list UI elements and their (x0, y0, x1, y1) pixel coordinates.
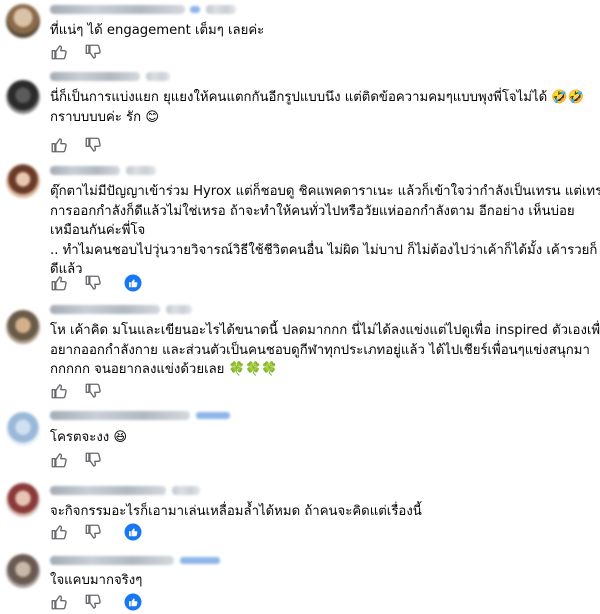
comment-text: นี่ก็เป็นการแบ่งแยก ยุแยงให้คนแตกกันอีกร… (50, 88, 584, 127)
timestamp[interactable] (206, 5, 236, 14)
dislike-button[interactable] (84, 136, 102, 154)
commenter-name[interactable] (50, 556, 174, 565)
comment-text: โห เค้าคิด มโนและเขียนอะไรได้ขนาดนี้ ปลด… (50, 321, 600, 380)
comment-1: ที่แน่ๆ ได้ engagement เต็มๆ เลยค่ะ (0, 0, 600, 62)
comment-line: การออกกำลังก็ดีแล้วไม่ใช่เหรอ ถ้าจะทำให้… (50, 203, 575, 219)
like-button[interactable] (50, 43, 68, 61)
comment-line: ตุ๊กตาไม่มีปัญญาเข้าร่วม Hyrox แต่ก็ชอบด… (50, 184, 600, 199)
dislike-button[interactable] (84, 43, 102, 61)
like-button[interactable] (50, 382, 68, 400)
like-button[interactable] (50, 136, 68, 154)
like-button[interactable] (50, 593, 68, 611)
comment-line: จะกิจกรรมอะไรก็เอามาเล่นเหลื่อมล้ำได้หมด… (50, 504, 422, 519)
like-button[interactable] (50, 451, 68, 469)
comment-text: ตุ๊กตาไม่มีปัญญาเข้าร่วม Hyrox แต่ก็ชอบด… (50, 182, 600, 280)
comment-5: โครตจะงง 😆 (0, 404, 600, 474)
dislike-button[interactable] (84, 451, 102, 469)
comment-text: ที่แน่ๆ ได้ engagement เต็มๆ เลยค่ะ (50, 21, 264, 41)
avatar[interactable] (6, 4, 40, 38)
avatar[interactable] (6, 310, 40, 344)
avatar[interactable] (6, 412, 40, 446)
comment-line: กกกกก จนอยากลงแข่งด้วยเลย 🍀🍀🍀 (50, 362, 278, 377)
thumbs-down-icon (85, 594, 101, 609)
dislike-button[interactable] (84, 274, 102, 292)
thumbs-down-icon (85, 383, 101, 398)
thumbs-down-icon (85, 524, 101, 539)
like-button[interactable] (50, 523, 68, 541)
comment-line: เหมือนกันค่ะพี่โจ (50, 223, 146, 238)
commenter-name[interactable] (50, 411, 190, 420)
comment-line: กราบบบบค่ะ รัก 😊 (50, 109, 160, 125)
comment-3: ตุ๊กตาไม่มีปัญญาเข้าร่วม Hyrox แต่ก็ชอบด… (0, 160, 600, 296)
comment-text: ใจแคบมากจริงๆ (50, 571, 142, 591)
commenter-name[interactable] (50, 305, 160, 314)
timestamp[interactable] (146, 72, 170, 81)
comment-text: โครตจะงง 😆 (50, 428, 127, 448)
badge (196, 412, 230, 419)
thumbs-down-icon (85, 44, 101, 59)
thumbs-up-icon (51, 138, 67, 153)
comment-line: ใจแคบมากจริงๆ (50, 573, 143, 588)
reaction-count[interactable] (124, 523, 142, 541)
avatar[interactable] (6, 554, 40, 588)
commenter-name[interactable] (50, 166, 120, 175)
timestamp[interactable] (126, 166, 156, 175)
reaction-count[interactable] (124, 593, 142, 611)
comment-text: จะกิจกรรมอะไรก็เอามาเล่นเหลื่อมล้ำได้หมด… (50, 502, 422, 522)
comment-7: ใจแคบมากจริงๆ (0, 548, 600, 614)
thumbs-up-icon (51, 384, 67, 399)
comment-line: อยากออกกำลังกาย และส่วนตัวเป็นคนชอบดูกีฬ… (50, 342, 590, 358)
like-reaction-icon (124, 523, 142, 541)
comment-line: ที่แน่ๆ ได้ engagement เต็มๆ เลยค่ะ (50, 23, 265, 38)
comment-line: โห เค้าคิด มโนและเขียนอะไรได้ขนาดนี้ ปลด… (50, 323, 600, 338)
thumbs-up-icon (51, 525, 67, 540)
timestamp[interactable] (166, 305, 192, 314)
comment-6: จะกิจกรรมอะไรก็เอามาเล่นเหลื่อมล้ำได้หมด… (0, 478, 600, 546)
thumbs-down-icon (85, 452, 101, 467)
thumbs-up-icon (51, 45, 67, 60)
timestamp[interactable] (172, 486, 200, 495)
badge (190, 6, 200, 13)
dislike-button[interactable] (84, 382, 102, 400)
like-reaction-icon (124, 274, 142, 292)
comment-line: นี่ก็เป็นการแบ่งแยก ยุแยงให้คนแตกกันอีกร… (50, 90, 585, 105)
comment-2: นี่ก็เป็นการแบ่งแยก ยุแยงให้คนแตกกันอีกร… (0, 66, 600, 156)
thumbs-down-icon (85, 275, 101, 290)
commenter-name[interactable] (50, 72, 140, 81)
commenter-name[interactable] (50, 5, 185, 14)
comment-4: โห เค้าคิด มโนและเขียนอะไรได้ขนาดนี้ ปลด… (0, 300, 600, 400)
dislike-button[interactable] (84, 593, 102, 611)
like-button[interactable] (50, 274, 68, 292)
like-reaction-icon (124, 593, 142, 611)
badge (180, 557, 220, 564)
avatar[interactable] (6, 164, 40, 198)
thumbs-up-icon (51, 595, 67, 610)
commenter-name[interactable] (50, 486, 166, 495)
thumbs-up-icon (51, 453, 67, 468)
thumbs-down-icon (85, 137, 101, 152)
reaction-count[interactable] (124, 274, 142, 292)
dislike-button[interactable] (84, 523, 102, 541)
avatar[interactable] (6, 483, 40, 517)
comment-line: โครตจะงง 😆 (50, 430, 128, 445)
avatar[interactable] (6, 80, 40, 114)
thumbs-up-icon (51, 276, 67, 291)
comment-line: .. ทำไมคนชอบไปวุ่นวายวิจารณ์วิธีใช้ชีวิต… (50, 242, 598, 258)
